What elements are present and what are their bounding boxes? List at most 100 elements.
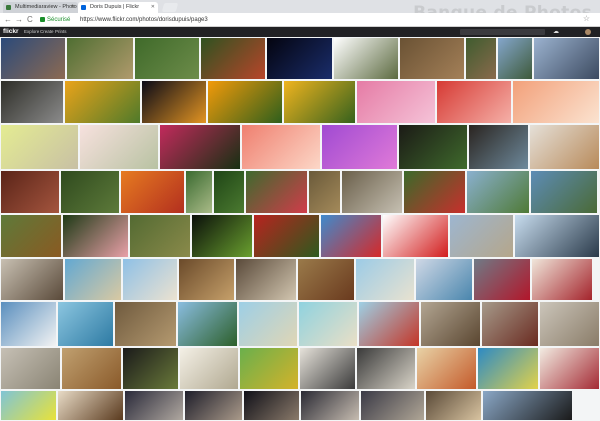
photo-thumbnail[interactable]	[141, 80, 207, 124]
photo-thumbnail[interactable]	[235, 258, 297, 301]
bookmark-star-icon[interactable]: ☆	[583, 14, 590, 23]
photo-thumbnail[interactable]	[61, 347, 122, 390]
photo-thumbnail[interactable]	[283, 80, 356, 124]
photo-thumbnail[interactable]	[159, 124, 241, 170]
photo-thumbnail[interactable]	[398, 124, 468, 170]
photo-thumbnail[interactable]	[333, 37, 399, 80]
photo-thumbnail[interactable]	[539, 347, 600, 390]
photo-thumbnail[interactable]	[415, 258, 473, 301]
photo-thumbnail[interactable]	[0, 301, 57, 347]
photo-thumbnail[interactable]	[177, 301, 238, 347]
photo-thumbnail[interactable]	[436, 80, 512, 124]
photo-thumbnail[interactable]	[253, 214, 320, 258]
photo-thumbnail[interactable]	[382, 214, 449, 258]
photo-thumbnail[interactable]	[355, 258, 415, 301]
photo-thumbnail[interactable]	[298, 301, 358, 347]
photo-thumbnail[interactable]	[529, 124, 600, 170]
photo-thumbnail[interactable]	[245, 170, 308, 214]
photo-thumbnail[interactable]	[238, 301, 298, 347]
photo-thumbnail[interactable]	[425, 390, 482, 421]
photo-thumbnail[interactable]	[473, 258, 531, 301]
photo-thumbnail[interactable]	[321, 124, 398, 170]
nav-create[interactable]: Create	[40, 28, 54, 36]
photo-thumbnail[interactable]	[0, 347, 61, 390]
photo-thumbnail[interactable]	[320, 214, 382, 258]
photo-thumbnail[interactable]	[341, 170, 403, 214]
photo-thumbnail[interactable]	[0, 170, 60, 214]
new-tab-button[interactable]	[161, 3, 179, 12]
search-input[interactable]	[460, 29, 545, 35]
photo-thumbnail[interactable]	[416, 347, 477, 390]
photo-thumbnail[interactable]	[64, 258, 122, 301]
photo-thumbnail[interactable]	[184, 390, 243, 421]
photo-thumbnail[interactable]	[57, 301, 114, 347]
photo-thumbnail[interactable]	[57, 390, 124, 421]
nav-prints[interactable]: Prints	[55, 28, 67, 36]
photo-thumbnail[interactable]	[114, 301, 177, 347]
photo-thumbnail[interactable]	[185, 170, 213, 214]
photo-thumbnail[interactable]	[403, 170, 466, 214]
browser-tab-flickr[interactable]: Doris Dupuis | Flickr ✕	[78, 2, 158, 13]
photo-thumbnail[interactable]	[482, 390, 573, 421]
photo-thumbnail[interactable]	[539, 301, 600, 347]
photo-thumbnail[interactable]	[191, 214, 253, 258]
photo-thumbnail[interactable]	[514, 214, 600, 258]
close-icon[interactable]: ✕	[151, 2, 155, 13]
photo-thumbnail[interactable]	[0, 124, 79, 170]
photo-thumbnail[interactable]	[266, 37, 333, 80]
photo-thumbnail[interactable]	[531, 258, 593, 301]
photo-thumbnail[interactable]	[129, 214, 191, 258]
photo-thumbnail[interactable]	[477, 347, 539, 390]
photo-thumbnail[interactable]	[530, 170, 598, 214]
photo-thumbnail[interactable]	[120, 170, 185, 214]
photo-thumbnail[interactable]	[0, 37, 66, 80]
avatar[interactable]	[585, 29, 591, 35]
photo-thumbnail[interactable]	[64, 80, 141, 124]
photo-thumbnail[interactable]	[124, 390, 184, 421]
url-field[interactable]: https://www.flickr.com/photos/dorisdupui…	[80, 15, 208, 25]
photo-thumbnail[interactable]	[533, 37, 600, 80]
nav-explore[interactable]: Explore	[24, 28, 39, 36]
photo-thumbnail[interactable]	[79, 124, 159, 170]
photo-thumbnail[interactable]	[213, 170, 245, 214]
browser-tab-multimedia[interactable]: Multimediaraview - Photo ✕	[3, 2, 78, 13]
photo-thumbnail[interactable]	[200, 37, 266, 80]
close-icon[interactable]: ✕	[71, 2, 75, 13]
photo-thumbnail[interactable]	[466, 170, 530, 214]
photo-thumbnail[interactable]	[356, 80, 436, 124]
photo-thumbnail[interactable]	[358, 301, 420, 347]
photo-thumbnail[interactable]	[122, 347, 179, 390]
photo-thumbnail[interactable]	[0, 390, 57, 421]
photo-thumbnail[interactable]	[122, 258, 178, 301]
forward-icon[interactable]: →	[15, 15, 23, 25]
photo-thumbnail[interactable]	[0, 214, 62, 258]
photo-thumbnail[interactable]	[360, 390, 425, 421]
photo-thumbnail[interactable]	[308, 170, 341, 214]
photo-thumbnail[interactable]	[239, 347, 299, 390]
photo-thumbnail[interactable]	[297, 258, 355, 301]
photo-thumbnail[interactable]	[241, 124, 321, 170]
photo-thumbnail[interactable]	[299, 347, 356, 390]
flickr-logo[interactable]: flickr	[3, 28, 19, 36]
back-icon[interactable]: ←	[4, 15, 12, 25]
photo-thumbnail[interactable]	[481, 301, 539, 347]
photo-thumbnail[interactable]	[66, 37, 134, 80]
photo-thumbnail[interactable]	[0, 80, 64, 124]
photo-thumbnail[interactable]	[134, 37, 200, 80]
photo-thumbnail[interactable]	[420, 301, 481, 347]
photo-thumbnail[interactable]	[468, 124, 529, 170]
photo-thumbnail[interactable]	[356, 347, 416, 390]
photo-thumbnail[interactable]	[300, 390, 360, 421]
photo-thumbnail[interactable]	[497, 37, 533, 80]
reload-icon[interactable]: C	[27, 15, 33, 25]
photo-thumbnail[interactable]	[399, 37, 465, 80]
photo-thumbnail[interactable]	[179, 347, 239, 390]
photo-thumbnail[interactable]	[207, 80, 283, 124]
photo-thumbnail[interactable]	[178, 258, 235, 301]
photo-thumbnail[interactable]	[512, 80, 600, 124]
photo-thumbnail[interactable]	[0, 258, 64, 301]
photo-thumbnail[interactable]	[62, 214, 129, 258]
upload-icon[interactable]: ☁	[553, 28, 559, 36]
photo-thumbnail[interactable]	[465, 37, 497, 80]
photo-thumbnail[interactable]	[243, 390, 300, 421]
